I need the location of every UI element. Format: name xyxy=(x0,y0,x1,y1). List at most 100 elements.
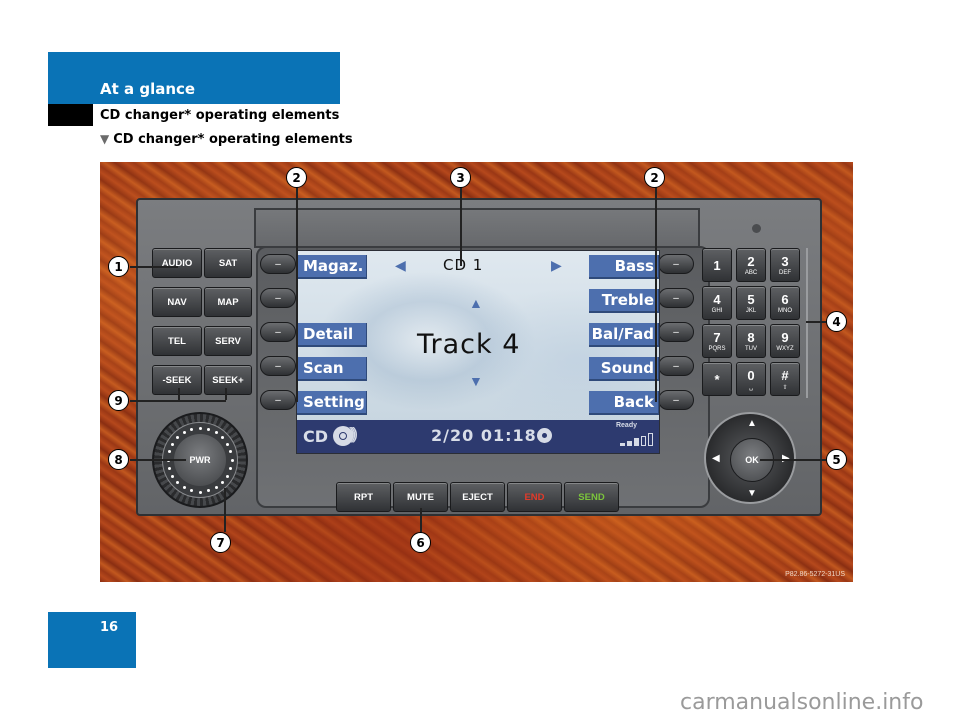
top-recess xyxy=(254,208,700,248)
keypad-key-0[interactable]: 0 ␣ xyxy=(736,362,766,396)
keypad-key-7[interactable]: 7 PQRS xyxy=(702,324,732,358)
callout-line-9 xyxy=(130,400,226,402)
cd-stack-icon: ))) xyxy=(349,424,358,443)
seek-forward-button[interactable]: SEEK+ xyxy=(204,365,252,395)
knob-dot xyxy=(221,435,225,439)
keypad-key-2[interactable]: 2 ABC xyxy=(736,248,766,282)
signal-strength-icon xyxy=(620,433,653,446)
keypad-key-9[interactable]: 9 WXYZ xyxy=(770,324,800,358)
serv-button[interactable]: SERV xyxy=(204,326,252,356)
send-call-button[interactable]: SEND xyxy=(564,482,619,512)
header-marker xyxy=(48,104,93,126)
right-softkey-5[interactable]: – xyxy=(658,390,694,410)
right-softkey-4[interactable]: – xyxy=(658,356,694,376)
left-softkey-3[interactable]: – xyxy=(260,322,296,342)
end-call-label: END xyxy=(524,491,545,503)
callout-line-8 xyxy=(130,459,186,461)
dash-icon: – xyxy=(275,394,281,406)
softkey-treble[interactable]: Treble xyxy=(589,289,659,313)
tel-button[interactable]: TEL xyxy=(152,326,202,356)
arrow-up-icon[interactable]: ▲ xyxy=(469,295,483,311)
left-softkey-4[interactable]: – xyxy=(260,356,296,376)
dpad-down-icon[interactable]: ▼ xyxy=(747,488,757,499)
softkey-detail[interactable]: Detail xyxy=(297,323,367,347)
right-softkey-2[interactable]: – xyxy=(658,288,694,308)
key-digit: 8 xyxy=(747,330,755,345)
key-letters: GHI xyxy=(711,308,723,314)
track-time: 2/20 01:18 xyxy=(431,426,537,445)
dash-icon: – xyxy=(673,394,679,406)
page-subtitle: CD changer* operating elements xyxy=(100,108,340,123)
repeat-button[interactable]: RPT xyxy=(336,482,391,512)
callout-1: 1 xyxy=(108,256,129,277)
sub-heading-text: CD changer* operating elements xyxy=(113,132,353,147)
indicator-led xyxy=(752,224,761,233)
keypad-key-1[interactable]: 1 xyxy=(702,248,732,282)
key-letters: ⇧ xyxy=(782,384,788,391)
callout-8: 8 xyxy=(108,449,129,470)
figure-code: P82.86-5272-31US xyxy=(785,571,845,578)
arrow-right-icon[interactable]: ▶ xyxy=(551,257,562,274)
callout-2-right: 2 xyxy=(644,167,665,188)
repeat-label: RPT xyxy=(354,491,373,503)
right-softkey-1[interactable]: – xyxy=(658,254,694,274)
arrow-down-icon[interactable]: ▼ xyxy=(469,373,483,389)
seek-forward-label: SEEK+ xyxy=(212,374,244,386)
cd-source-label: CD 1 xyxy=(443,256,484,274)
left-softkey-5[interactable]: – xyxy=(260,390,296,410)
nav-label: NAV xyxy=(167,296,187,308)
keypad-key-5[interactable]: 5 JKL xyxy=(736,286,766,320)
softkey-magazine[interactable]: Magaz. xyxy=(297,255,367,279)
left-softkey-1[interactable]: – xyxy=(260,254,296,274)
dash-icon: – xyxy=(673,292,679,304)
signal-bar xyxy=(648,433,653,446)
knob-dot xyxy=(167,450,171,454)
knob-dot xyxy=(198,490,202,494)
dpad-left-icon[interactable]: ◀ xyxy=(712,453,720,464)
right-softkey-3[interactable]: – xyxy=(658,322,694,342)
dash-icon: – xyxy=(275,326,281,338)
softkey-balance-fader[interactable]: Bal/Fad xyxy=(589,323,659,347)
softkey-bass[interactable]: Bass xyxy=(589,255,659,279)
dash-icon: – xyxy=(673,360,679,372)
key-digit: # xyxy=(781,367,789,383)
knob-dot xyxy=(230,458,234,462)
softkey-setting[interactable]: Setting xyxy=(297,391,367,415)
knob-dot xyxy=(198,426,202,430)
keypad-trim xyxy=(806,248,808,398)
callout-4: 4 xyxy=(826,311,847,332)
callout-line-2-left xyxy=(296,186,298,402)
eject-button[interactable]: EJECT xyxy=(450,482,505,512)
seek-back-button[interactable]: -SEEK xyxy=(152,365,202,395)
arrow-left-icon[interactable]: ◀ xyxy=(395,257,406,274)
disc-playing-icon xyxy=(537,428,552,443)
audio-button[interactable]: AUDIO xyxy=(152,248,202,278)
knob-dot xyxy=(206,427,210,431)
keypad-key-star[interactable]: * xyxy=(702,362,732,396)
nav-button[interactable]: NAV xyxy=(152,287,202,317)
keypad-key-6[interactable]: 6 MNO xyxy=(770,286,800,320)
softkey-back[interactable]: Back xyxy=(589,391,659,415)
keypad-key-4[interactable]: 4 GHI xyxy=(702,286,732,320)
callout-9: 9 xyxy=(108,390,129,411)
keypad-key-3[interactable]: 3 DEF xyxy=(770,248,800,282)
softkey-scan[interactable]: Scan xyxy=(297,357,367,381)
keypad-key-8[interactable]: 8 TUV xyxy=(736,324,766,358)
knob-dot xyxy=(167,466,171,470)
sat-button[interactable]: SAT xyxy=(204,248,252,278)
eject-label: EJECT xyxy=(462,491,493,503)
key-letters: MNO xyxy=(778,308,792,314)
mute-label: MUTE xyxy=(407,491,434,503)
keypad-key-hash[interactable]: # ⇧ xyxy=(770,362,800,396)
callout-7: 7 xyxy=(210,532,231,553)
softkey-sound[interactable]: Sound xyxy=(589,357,659,381)
dash-icon: – xyxy=(275,360,281,372)
knob-dot xyxy=(190,489,194,493)
knob-dot xyxy=(170,442,174,446)
end-call-button[interactable]: END xyxy=(507,482,562,512)
dpad-up-icon[interactable]: ▲ xyxy=(747,418,757,429)
sub-heading: ▼ CD changer* operating elements xyxy=(100,132,353,147)
navigation-dpad[interactable]: ▲ ▼ ◀ ▶ OK xyxy=(704,412,796,504)
map-button[interactable]: MAP xyxy=(204,287,252,317)
left-softkey-2[interactable]: – xyxy=(260,288,296,308)
